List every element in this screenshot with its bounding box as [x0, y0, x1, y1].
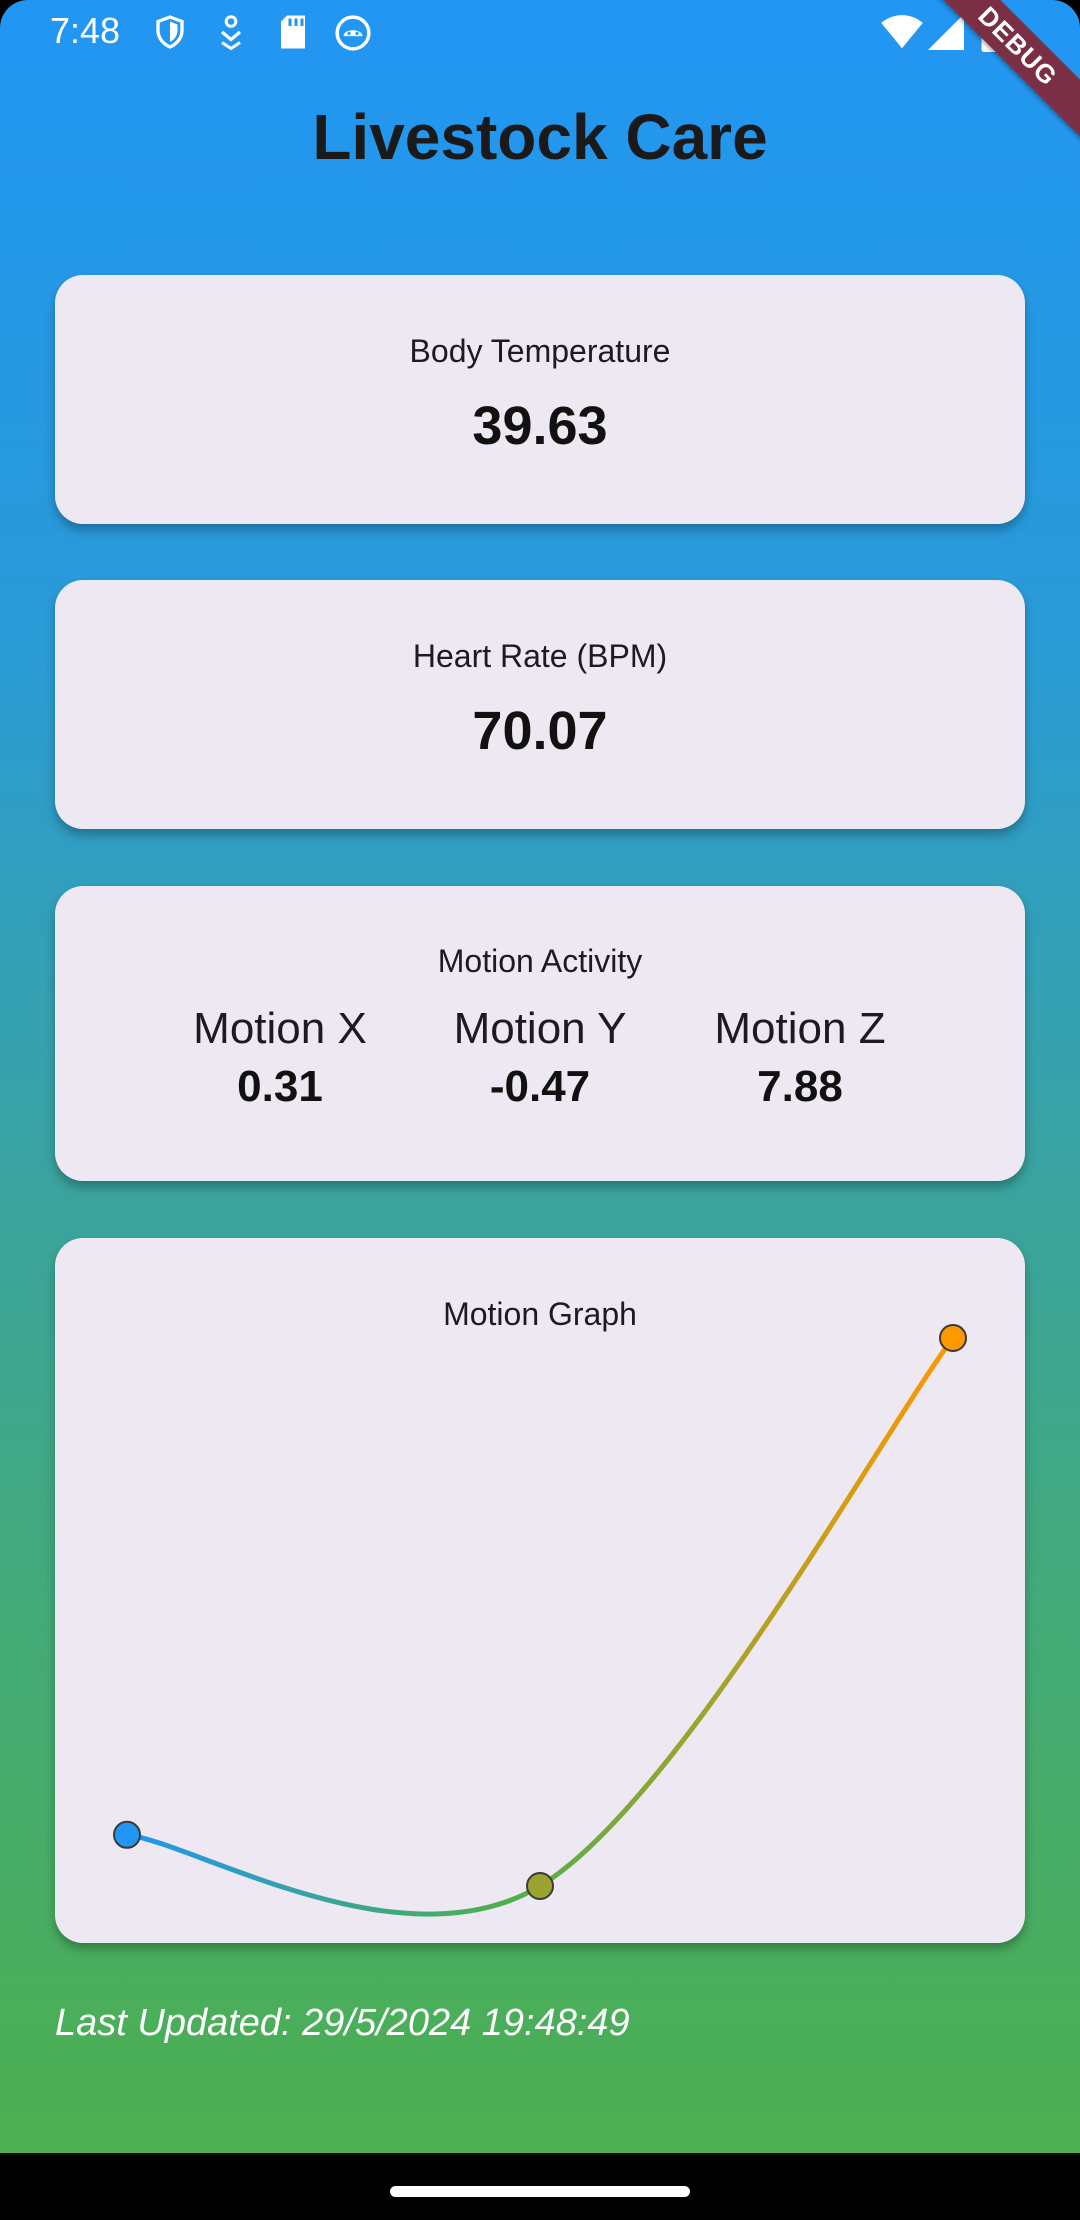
android-icon [334, 14, 372, 57]
sd-card-icon [278, 14, 308, 55]
shield-icon [152, 14, 188, 55]
wifi-icon [880, 14, 924, 55]
download-icon [216, 14, 246, 55]
motion-data-point[interactable] [939, 1324, 967, 1352]
motion-graph-card: Motion Graph [55, 1238, 1025, 1943]
status-bar: 7:48 [0, 0, 1080, 64]
temperature-label: Body Temperature [409, 333, 671, 369]
heart-rate-label: Heart Rate (BPM) [412, 638, 668, 674]
motion-x-value: 0.31 [237, 1062, 323, 1111]
home-gesture-handle[interactable] [390, 2186, 690, 2197]
motion-chart [113, 1324, 967, 1917]
motion-activity-card: Motion Activity Motion X 0.31 Motion Y -… [55, 886, 1025, 1181]
temperature-value: 39.63 [472, 396, 608, 456]
navigation-bar [0, 2153, 1080, 2220]
last-updated-text: Last Updated: 29/5/2024 19:48:49 [55, 2002, 630, 2044]
motion-x: Motion X 0.31 [150, 1004, 410, 1112]
motion-z-value: 7.88 [757, 1062, 843, 1111]
status-time: 7:48 [50, 10, 121, 51]
page-title: Livestock Care [312, 101, 768, 173]
motion-data-point[interactable] [526, 1872, 554, 1900]
motion-z: Motion Z 7.88 [670, 1004, 930, 1112]
motion-y-label: Motion Y [453, 1004, 627, 1053]
app-screen: 7:48 DEBUG Livestock Care Body Temperatu… [0, 0, 1080, 2153]
heart-rate-card: Heart Rate (BPM) 70.07 [55, 580, 1025, 829]
temperature-card: Body Temperature 39.63 [55, 275, 1025, 524]
motion-data-point[interactable] [113, 1820, 141, 1849]
motion-x-label: Motion X [193, 1004, 367, 1053]
signal-icon [928, 14, 964, 55]
motion-y-value: -0.47 [489, 1062, 591, 1111]
heart-rate-value: 70.07 [472, 701, 608, 761]
motion-y: Motion Y -0.47 [410, 1004, 670, 1112]
motion-z-label: Motion Z [714, 1004, 886, 1053]
motion-series-line [124, 1335, 956, 1917]
motion-activity-label: Motion Activity [437, 943, 643, 979]
